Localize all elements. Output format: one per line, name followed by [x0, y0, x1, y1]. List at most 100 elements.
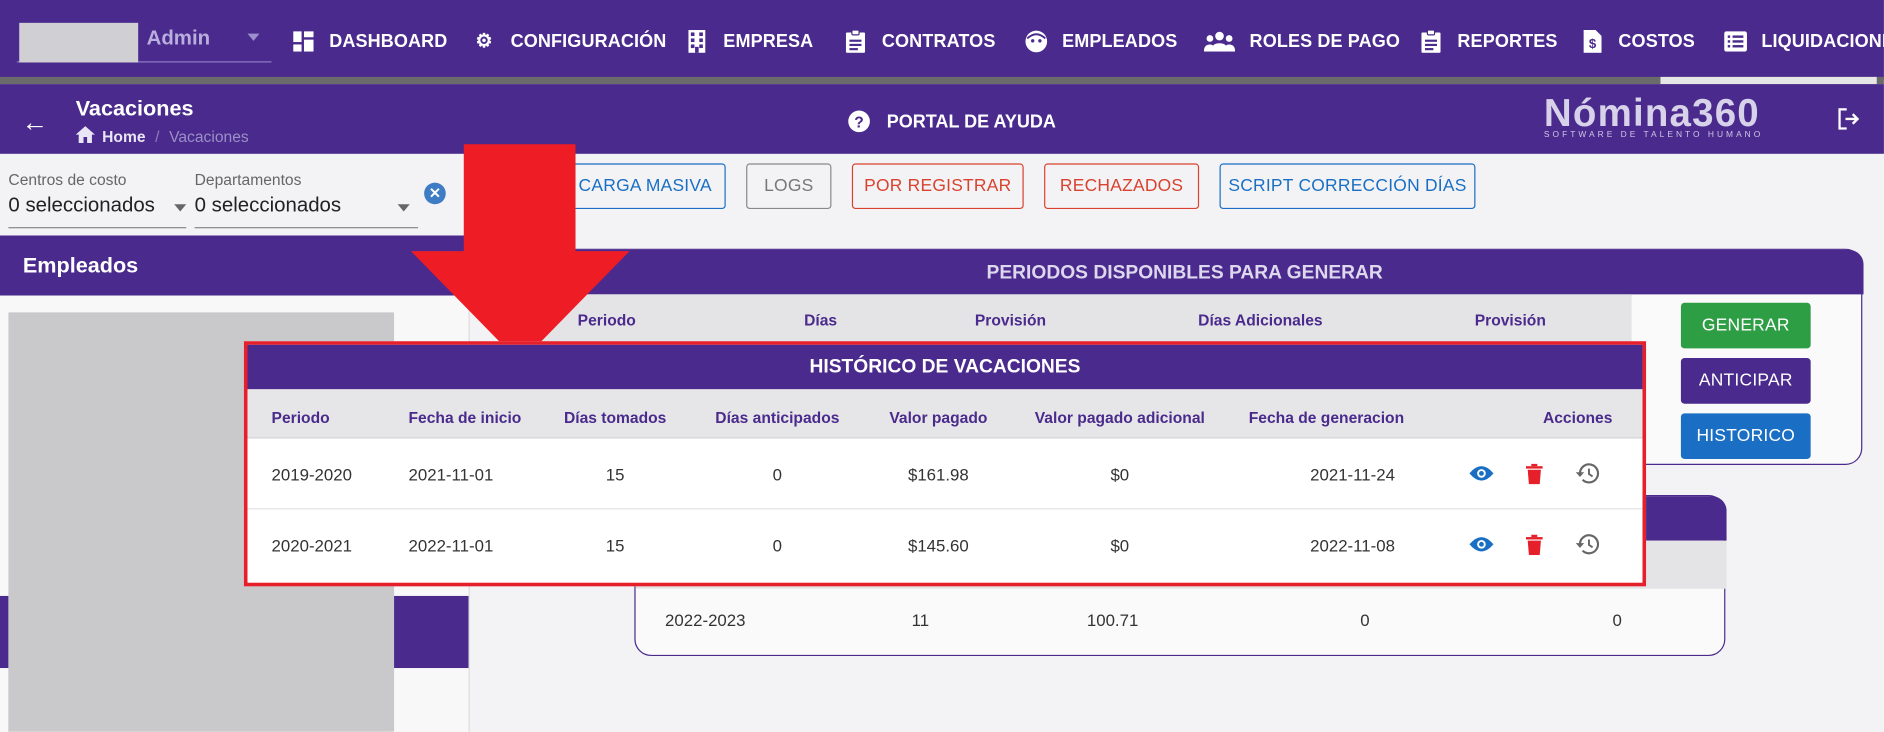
history-icon[interactable] [1574, 531, 1600, 557]
cost-center-select[interactable]: Centros de costo 0 seleccionados [8, 170, 187, 229]
nav-empleados[interactable]: EMPLEADOS [1024, 26, 1178, 55]
script-correccion-button[interactable]: SCRIPT CORRECCIÓN DÍAS [1219, 163, 1476, 210]
annotation-arrow-icon [410, 144, 630, 363]
column-header: Días Adicionales [1198, 311, 1323, 330]
gear-icon: ⚙ [475, 31, 493, 52]
column-header: Días tomados [563, 408, 667, 427]
logo-text: Nómina360 [1543, 91, 1760, 135]
nav-label: COSTOS [1618, 30, 1695, 52]
home-icon[interactable] [75, 126, 95, 146]
table-cell: 2020-2021 [271, 535, 352, 556]
por-registrar-button[interactable]: POR REGISTRAR [851, 163, 1024, 210]
department-select[interactable]: Departamentos 0 seleccionados [194, 171, 419, 229]
nav-contratos[interactable]: CONTRATOS [843, 26, 995, 55]
clipboard-icon [1419, 29, 1443, 53]
table-cell: 100.71 [1086, 610, 1139, 630]
historico-modal: HISTÓRICO DE VACACIONES Periodo Fecha de… [243, 341, 1647, 587]
rechazados-button[interactable]: RECHAZADOS [1044, 163, 1200, 210]
periodos-title: PERIODOS DISPONIBLES PARA GENERAR [505, 249, 1864, 295]
nav-label: DASHBOARD [329, 30, 448, 52]
table-cell: 2021-11-24 [1310, 464, 1395, 485]
historico-title: HISTÓRICO DE VACACIONES [247, 344, 1643, 390]
list-icon [1723, 29, 1747, 53]
historico-button[interactable]: HISTORICO [1680, 413, 1811, 459]
nav-label: ROLES DE PAGO [1249, 30, 1401, 52]
scrollbar-track[interactable] [0, 76, 1884, 85]
generar-button[interactable]: GENERAR [1680, 302, 1811, 349]
nav-roles-de-pago[interactable]: ROLES DE PAGO [1203, 26, 1401, 55]
eye-icon[interactable] [1468, 460, 1494, 486]
svg-text:$: $ [1588, 35, 1596, 50]
nav-dashboard[interactable]: DASHBOARD [291, 26, 448, 55]
building-icon [685, 29, 709, 53]
cost-center-value: 0 seleccionados [8, 193, 155, 217]
page-header: ← Vacaciones Home / Vacaciones ? PORTAL … [0, 84, 1884, 154]
logs-button[interactable]: LOGS [746, 163, 832, 210]
department-value: 0 seleccionados [194, 193, 342, 217]
field-underline [194, 227, 419, 229]
breadcrumb: Home / Vacaciones [75, 126, 249, 146]
trash-icon[interactable] [1521, 460, 1547, 486]
table-cell: 15 [605, 535, 625, 556]
brand-logo: Nómina360 SOFTWARE DE TALENTO HUMANO [1544, 91, 1763, 139]
column-header: Acciones [1542, 408, 1613, 427]
table-row: 2020-2021 2022-11-01 15 0 $145.60 $0 202… [247, 509, 1643, 581]
nav-empresa[interactable]: EMPRESA [685, 26, 813, 55]
nav-reportes[interactable]: REPORTES [1419, 26, 1558, 55]
table-cell: 0 [1360, 610, 1370, 630]
top-navbar: Admin DASHBOARD ⚙ CONFIGURACIÓN EMPRESA … [0, 0, 1884, 85]
column-header: Periodo [271, 408, 330, 427]
logout-icon[interactable] [1838, 108, 1860, 136]
column-header: Días anticipados [715, 408, 840, 427]
chevron-down-icon [247, 33, 260, 41]
breadcrumb-separator: / [155, 127, 160, 146]
user-name-redacted [19, 22, 139, 63]
app-screen: Admin DASHBOARD ⚙ CONFIGURACIÓN EMPRESA … [0, 0, 1884, 732]
breadcrumb-home[interactable]: Home [102, 127, 145, 145]
breadcrumb-current: Vacaciones [169, 127, 249, 146]
nav-label: EMPLEADOS [1062, 30, 1178, 52]
clipboard-icon [843, 29, 867, 53]
nav-label: EMPRESA [723, 30, 814, 52]
table-cell: $0 [1110, 464, 1130, 485]
table-cell: $145.60 [907, 535, 969, 556]
table-cell: 2022-11-01 [408, 535, 494, 556]
nav-configuracion[interactable]: ⚙ CONFIGURACIÓN [472, 26, 667, 55]
help-portal-link[interactable]: ? PORTAL DE AYUDA [848, 110, 1056, 133]
table-cell: 15 [605, 464, 625, 485]
chevron-down-icon [174, 204, 187, 212]
table-cell: $0 [1110, 535, 1130, 556]
column-header: Valor pagado [889, 408, 988, 427]
user-role-label: Admin [146, 26, 211, 50]
table-cell: 0 [772, 464, 783, 485]
nav-liquidaciones[interactable]: LIQUIDACIONES [1723, 26, 1884, 55]
cost-center-label: Centros de costo [8, 170, 127, 189]
eye-icon[interactable] [1468, 531, 1494, 557]
column-header: Fecha de inicio [408, 408, 522, 427]
back-arrow-icon[interactable]: ← [22, 107, 48, 138]
historico-table-header: Periodo Fecha de inicio Días tomados Día… [247, 389, 1643, 439]
column-header: Provisión [974, 311, 1047, 330]
nav-costos[interactable]: $ COSTOS [1580, 26, 1695, 55]
field-underline [8, 227, 187, 229]
table-cell: 2022-2023 [665, 610, 746, 630]
user-selector[interactable]: Admin [16, 22, 272, 63]
logo-tagline: SOFTWARE DE TALENTO HUMANO [1543, 130, 1764, 140]
column-header: Días [804, 311, 838, 330]
scrollbar-thumb[interactable] [1660, 76, 1877, 85]
anticipar-button[interactable]: ANTICIPAR [1680, 358, 1811, 404]
dashboard-icon [291, 29, 315, 53]
page-title: Vacaciones [75, 96, 194, 121]
table-cell: 2022-11-08 [1310, 535, 1395, 556]
table-cell: 11 [911, 610, 930, 630]
column-header: Fecha de generacion [1248, 408, 1405, 427]
column-header: Valor pagado adicional [1034, 408, 1205, 427]
history-icon[interactable] [1574, 460, 1600, 486]
help-label: PORTAL DE AYUDA [886, 111, 1056, 132]
table-cell: 0 [1612, 610, 1622, 630]
table-cell: 2021-11-01 [408, 464, 494, 485]
trash-icon[interactable] [1521, 531, 1547, 557]
table-cell: $161.98 [907, 464, 969, 485]
face-icon [1024, 29, 1048, 53]
nav-label: CONTRATOS [881, 30, 996, 52]
